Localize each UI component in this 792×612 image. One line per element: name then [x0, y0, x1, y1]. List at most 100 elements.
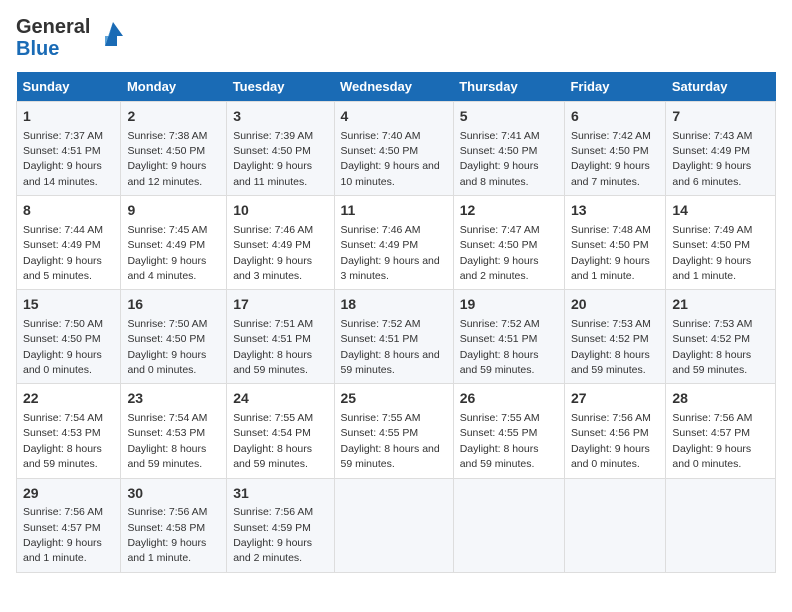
day-number: 22	[23, 389, 114, 409]
day-number: 5	[460, 107, 558, 127]
logo-icon	[95, 18, 131, 59]
day-info: Sunrise: 7:56 AMSunset: 4:56 PMDaylight:…	[571, 412, 651, 470]
day-number: 15	[23, 295, 114, 315]
day-number: 30	[127, 484, 220, 504]
day-info: Sunrise: 7:39 AMSunset: 4:50 PMDaylight:…	[233, 130, 313, 188]
day-info: Sunrise: 7:56 AMSunset: 4:58 PMDaylight:…	[127, 506, 207, 564]
day-info: Sunrise: 7:53 AMSunset: 4:52 PMDaylight:…	[571, 318, 651, 376]
header-monday: Monday	[121, 72, 227, 102]
header-saturday: Saturday	[666, 72, 776, 102]
day-number: 6	[571, 107, 659, 127]
day-number: 20	[571, 295, 659, 315]
day-number: 16	[127, 295, 220, 315]
calendar-cell: 18 Sunrise: 7:52 AMSunset: 4:51 PMDayligh…	[334, 290, 453, 384]
day-info: Sunrise: 7:54 AMSunset: 4:53 PMDaylight:…	[127, 412, 207, 470]
calendar-header-row: SundayMondayTuesdayWednesdayThursdayFrid…	[17, 72, 776, 102]
calendar-cell: 16 Sunrise: 7:50 AMSunset: 4:50 PMDayligh…	[121, 290, 227, 384]
calendar-cell: 21 Sunrise: 7:53 AMSunset: 4:52 PMDayligh…	[666, 290, 776, 384]
calendar-cell: 7 Sunrise: 7:43 AMSunset: 4:49 PMDaylight…	[666, 102, 776, 196]
day-number: 11	[341, 201, 447, 221]
day-number: 28	[672, 389, 769, 409]
calendar-cell: 9 Sunrise: 7:45 AMSunset: 4:49 PMDaylight…	[121, 196, 227, 290]
day-number: 25	[341, 389, 447, 409]
day-number: 7	[672, 107, 769, 127]
calendar-cell: 1 Sunrise: 7:37 AMSunset: 4:51 PMDaylight…	[17, 102, 121, 196]
day-number: 23	[127, 389, 220, 409]
logo: General Blue	[16, 16, 131, 60]
calendar-cell: 6 Sunrise: 7:42 AMSunset: 4:50 PMDaylight…	[564, 102, 665, 196]
calendar-cell: 5 Sunrise: 7:41 AMSunset: 4:50 PMDaylight…	[453, 102, 564, 196]
calendar-cell: 10 Sunrise: 7:46 AMSunset: 4:49 PMDayligh…	[227, 196, 334, 290]
calendar-cell: 2 Sunrise: 7:38 AMSunset: 4:50 PMDaylight…	[121, 102, 227, 196]
calendar-cell: 19Sunrise: 7:52 AMSunset: 4:51 PMDayligh…	[453, 290, 564, 384]
day-number: 13	[571, 201, 659, 221]
logo-line1: General	[16, 16, 90, 38]
calendar-cell: 23 Sunrise: 7:54 AMSunset: 4:53 PMDayligh…	[121, 384, 227, 478]
day-number: 26	[460, 389, 558, 409]
day-info: Sunrise: 7:50 AMSunset: 4:50 PMDaylight:…	[127, 318, 207, 376]
day-info: Sunrise: 7:41 AMSunset: 4:50 PMDaylight:…	[460, 130, 540, 188]
day-info: Sunrise: 7:43 AMSunset: 4:49 PMDaylight:…	[672, 130, 752, 188]
calendar-cell	[453, 478, 564, 572]
day-info: Sunrise: 7:52 AMSunset: 4:51 PMDaylight:…	[460, 318, 540, 376]
calendar-week-row: 15 Sunrise: 7:50 AMSunset: 4:50 PMDayligh…	[17, 290, 776, 384]
calendar-week-row: 29Sunrise: 7:56 AMSunset: 4:57 PMDayligh…	[17, 478, 776, 572]
day-info: Sunrise: 7:54 AMSunset: 4:53 PMDaylight:…	[23, 412, 103, 470]
day-number: 29	[23, 484, 114, 504]
day-info: Sunrise: 7:52 AMSunset: 4:51 PMDaylight:…	[341, 318, 440, 376]
day-info: Sunrise: 7:51 AMSunset: 4:51 PMDaylight:…	[233, 318, 313, 376]
day-info: Sunrise: 7:46 AMSunset: 4:49 PMDaylight:…	[233, 224, 313, 282]
header-friday: Friday	[564, 72, 665, 102]
day-info: Sunrise: 7:53 AMSunset: 4:52 PMDaylight:…	[672, 318, 752, 376]
calendar-cell: 29Sunrise: 7:56 AMSunset: 4:57 PMDayligh…	[17, 478, 121, 572]
day-number: 2	[127, 107, 220, 127]
day-info: Sunrise: 7:49 AMSunset: 4:50 PMDaylight:…	[672, 224, 752, 282]
calendar-cell: 27 Sunrise: 7:56 AMSunset: 4:56 PMDayligh…	[564, 384, 665, 478]
day-info: Sunrise: 7:38 AMSunset: 4:50 PMDaylight:…	[127, 130, 207, 188]
day-info: Sunrise: 7:47 AMSunset: 4:50 PMDaylight:…	[460, 224, 540, 282]
calendar-table: SundayMondayTuesdayWednesdayThursdayFrid…	[16, 72, 776, 573]
calendar-cell: 17Sunrise: 7:51 AMSunset: 4:51 PMDayligh…	[227, 290, 334, 384]
day-info: Sunrise: 7:50 AMSunset: 4:50 PMDaylight:…	[23, 318, 103, 376]
calendar-cell: 3Sunrise: 7:39 AMSunset: 4:50 PMDaylight…	[227, 102, 334, 196]
day-info: Sunrise: 7:37 AMSunset: 4:51 PMDaylight:…	[23, 130, 103, 188]
day-info: Sunrise: 7:48 AMSunset: 4:50 PMDaylight:…	[571, 224, 651, 282]
calendar-cell: 13 Sunrise: 7:48 AMSunset: 4:50 PMDayligh…	[564, 196, 665, 290]
day-info: Sunrise: 7:56 AMSunset: 4:57 PMDaylight:…	[672, 412, 752, 470]
day-number: 18	[341, 295, 447, 315]
day-number: 8	[23, 201, 114, 221]
calendar-cell: 22 Sunrise: 7:54 AMSunset: 4:53 PMDayligh…	[17, 384, 121, 478]
day-number: 10	[233, 201, 327, 221]
calendar-cell: 4 Sunrise: 7:40 AMSunset: 4:50 PMDaylight…	[334, 102, 453, 196]
day-info: Sunrise: 7:56 AMSunset: 4:57 PMDaylight:…	[23, 506, 103, 564]
day-number: 14	[672, 201, 769, 221]
day-info: Sunrise: 7:56 AMSunset: 4:59 PMDaylight:…	[233, 506, 313, 564]
page-header: General Blue	[16, 16, 776, 60]
header-thursday: Thursday	[453, 72, 564, 102]
calendar-cell	[564, 478, 665, 572]
day-info: Sunrise: 7:46 AMSunset: 4:49 PMDaylight:…	[341, 224, 440, 282]
calendar-cell: 11 Sunrise: 7:46 AMSunset: 4:49 PMDayligh…	[334, 196, 453, 290]
day-number: 9	[127, 201, 220, 221]
day-number: 21	[672, 295, 769, 315]
day-info: Sunrise: 7:42 AMSunset: 4:50 PMDaylight:…	[571, 130, 651, 188]
header-wednesday: Wednesday	[334, 72, 453, 102]
calendar-week-row: 22 Sunrise: 7:54 AMSunset: 4:53 PMDayligh…	[17, 384, 776, 478]
header-sunday: Sunday	[17, 72, 121, 102]
day-number: 27	[571, 389, 659, 409]
calendar-cell: 28 Sunrise: 7:56 AMSunset: 4:57 PMDayligh…	[666, 384, 776, 478]
calendar-cell: 25Sunrise: 7:55 AMSunset: 4:55 PMDayligh…	[334, 384, 453, 478]
day-number: 24	[233, 389, 327, 409]
day-number: 1	[23, 107, 114, 127]
calendar-cell: 30Sunrise: 7:56 AMSunset: 4:58 PMDayligh…	[121, 478, 227, 572]
calendar-week-row: 1 Sunrise: 7:37 AMSunset: 4:51 PMDaylight…	[17, 102, 776, 196]
calendar-week-row: 8 Sunrise: 7:44 AMSunset: 4:49 PMDaylight…	[17, 196, 776, 290]
day-number: 4	[341, 107, 447, 127]
header-tuesday: Tuesday	[227, 72, 334, 102]
day-info: Sunrise: 7:44 AMSunset: 4:49 PMDaylight:…	[23, 224, 103, 282]
day-info: Sunrise: 7:40 AMSunset: 4:50 PMDaylight:…	[341, 130, 440, 188]
day-info: Sunrise: 7:45 AMSunset: 4:49 PMDaylight:…	[127, 224, 207, 282]
logo-line2: Blue	[16, 38, 90, 60]
calendar-cell	[334, 478, 453, 572]
day-info: Sunrise: 7:55 AMSunset: 4:55 PMDaylight:…	[460, 412, 540, 470]
